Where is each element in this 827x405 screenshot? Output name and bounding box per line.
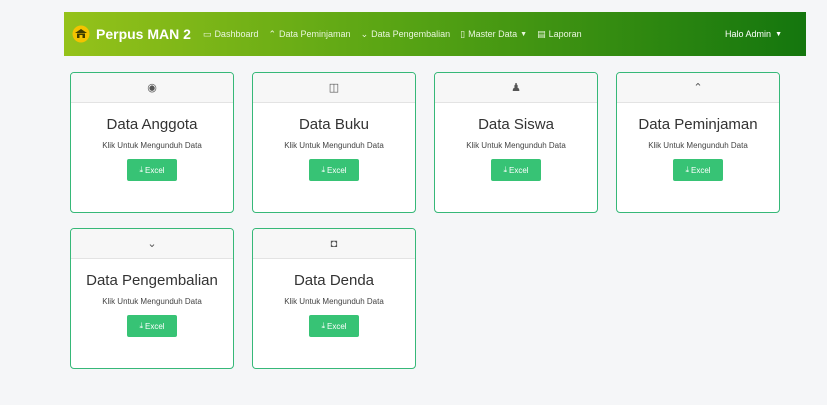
chevrons-up-icon: ⌃ (693, 82, 703, 94)
card-header: ◉ (71, 73, 233, 103)
download-icon: ⤓ (503, 165, 507, 174)
download-icon: ⤓ (139, 165, 143, 174)
nav-label: Data Peminjaman (279, 29, 351, 39)
card-title: Data Denda (293, 272, 375, 289)
nav-laporan[interactable]: ▤ Laporan (537, 29, 582, 40)
card-subtitle: Klik Untuk Mengunduh Data (102, 297, 202, 306)
caret-down-icon: ▼ (520, 30, 528, 38)
button-label: Excel (326, 321, 347, 331)
brand-link[interactable]: Perpus MAN 2 (72, 25, 191, 43)
nav-data-pengembalian[interactable]: ⌄ Data Pengembalian (361, 29, 451, 40)
download-icon: ⤓ (321, 321, 325, 330)
user-dropdown[interactable]: Halo Admin ▼ (725, 29, 782, 39)
button-label: Excel (690, 165, 711, 175)
library-logo-icon (72, 25, 90, 43)
excel-download-button[interactable]: ⤓ Excel (127, 159, 177, 181)
excel-download-button[interactable]: ⤓ Excel (127, 315, 177, 337)
users-icon: ♟ (511, 82, 521, 94)
top-navbar: Perpus MAN 2 ▭ Dashboard ⌃ Data Peminjam… (64, 12, 806, 56)
document-icon: ▤ (537, 28, 546, 39)
card-subtitle: Klik Untuk Mengunduh Data (284, 141, 384, 150)
nav-data-peminjaman[interactable]: ⌃ Data Peminjaman (268, 29, 350, 40)
excel-download-button[interactable]: ⤓ Excel (309, 315, 359, 337)
card-title: Data Peminjaman (638, 116, 758, 133)
chevrons-down-icon: ⌄ (147, 238, 157, 250)
button-label: Excel (144, 321, 165, 331)
book-icon: ◫ (328, 82, 340, 94)
card-data-anggota: ◉ Data Anggota Klik Untuk Mengunduh Data… (70, 72, 234, 213)
excel-download-button[interactable]: ⤓ Excel (673, 159, 723, 181)
card-data-buku: ◫ Data Buku Klik Untuk Mengunduh Data ⤓ … (252, 72, 416, 213)
card-header: ⌃ (617, 73, 779, 103)
card-title: Data Buku (298, 116, 370, 133)
card-title: Data Siswa (478, 116, 554, 133)
card-data-denda: ◘ Data Denda Klik Untuk Mengunduh Data ⤓… (252, 228, 416, 369)
download-icon: ⤓ (685, 165, 689, 174)
button-label: Excel (144, 165, 165, 175)
money-icon: ◘ (330, 237, 338, 250)
nav-dashboard[interactable]: ▭ Dashboard (203, 29, 259, 40)
user-greeting: Halo Admin (725, 29, 772, 39)
caret-down-icon: ▼ (775, 30, 782, 38)
card-data-peminjaman: ⌃ Data Peminjaman Klik Untuk Mengunduh D… (616, 72, 780, 213)
user-circle-icon: ◉ (147, 82, 157, 94)
nav-master-data-dropdown[interactable]: ▯ Master Data ▼ (460, 29, 527, 40)
card-title: Data Anggota (106, 116, 198, 133)
file-icon: ▯ (460, 28, 466, 39)
card-subtitle: Klik Untuk Mengunduh Data (102, 141, 202, 150)
excel-download-button[interactable]: ⤓ Excel (491, 159, 541, 181)
button-label: Excel (508, 165, 529, 175)
excel-download-button[interactable]: ⤓ Excel (309, 159, 359, 181)
card-title: Data Pengembalian (86, 272, 218, 289)
download-icon: ⤓ (321, 165, 325, 174)
download-icon: ⤓ (139, 321, 143, 330)
card-subtitle: Klik Untuk Mengunduh Data (648, 141, 748, 150)
card-header: ◫ (253, 73, 415, 103)
nav-label: Data Pengembalian (371, 29, 451, 39)
monitor-icon: ▭ (202, 28, 212, 39)
chevrons-up-icon: ⌃ (268, 28, 277, 39)
nav-label: Laporan (548, 29, 582, 39)
card-header: ⌄ (71, 229, 233, 259)
chevrons-down-icon: ⌄ (360, 28, 369, 39)
card-subtitle: Klik Untuk Mengunduh Data (284, 297, 384, 306)
card-header: ♟ (435, 73, 597, 103)
card-subtitle: Klik Untuk Mengunduh Data (466, 141, 566, 150)
card-data-pengembalian: ⌄ Data Pengembalian Klik Untuk Mengunduh… (70, 228, 234, 369)
nav-label: Master Data (468, 29, 518, 39)
nav-label: Dashboard (214, 29, 259, 39)
button-label: Excel (326, 165, 347, 175)
brand-title: Perpus MAN 2 (96, 26, 191, 42)
card-header: ◘ (253, 229, 415, 259)
card-data-siswa: ♟ Data Siswa Klik Untuk Mengunduh Data ⤓… (434, 72, 598, 213)
